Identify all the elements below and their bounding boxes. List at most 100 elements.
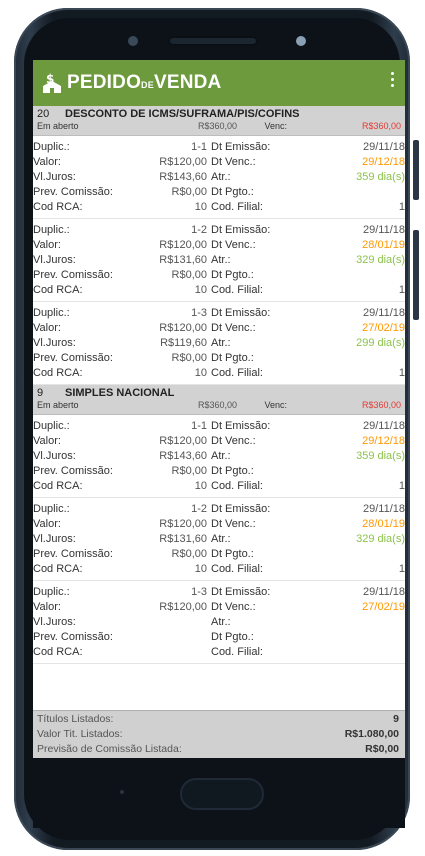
item-row: Vl.Juros: R$119,60 Atr.: 299 dia(s) (33, 335, 405, 350)
atr-value: 329 dia(s) (356, 532, 405, 545)
venc-label: Dt Venc.: (211, 238, 256, 251)
juros-label: Vl.Juros: (33, 532, 76, 545)
phone-bottom-bezel (33, 758, 405, 828)
item-row: Vl.Juros: R$143,60 Atr.: 359 dia(s) (33, 169, 405, 184)
pgto-label: Dt Pgto.: (211, 630, 254, 643)
valor-label: Valor: (33, 517, 61, 530)
juros-value: R$143,60 (159, 449, 207, 462)
rca-value: 10 (194, 200, 207, 213)
emissao-label: Dt Emissão: (211, 140, 271, 153)
group-status: Em aberto (37, 121, 79, 131)
item-row: Prev. Comissão: R$0,00 Dt Pgto.: (33, 463, 405, 478)
duplic-value: 1-3 (191, 306, 207, 319)
duplic-label: Duplic.: (33, 585, 70, 598)
group-venc-label: Venc: (264, 400, 287, 410)
list-item[interactable]: Duplic.: 1-1 Dt Emissão: 29/11/18 Valor: R$12… (33, 136, 405, 219)
venc-value: 29/12/18 (362, 155, 405, 168)
atr-label: Atr.: (211, 449, 231, 462)
titulos-label: Títulos Listados: (37, 713, 114, 725)
sensor-icon (296, 36, 306, 46)
juros-label: Vl.Juros: (33, 449, 76, 462)
valor-label: Valor: (33, 434, 61, 447)
group-header-bottom: Em aberto R$360,00 Venc: R$360,00 (37, 121, 401, 131)
item-row: Valor: R$120,00 Dt Venc.: 28/01/19 (33, 516, 405, 531)
duplic-value: 1-3 (191, 585, 207, 598)
valor-value: R$120,00 (159, 517, 207, 530)
bezel-dot (120, 790, 124, 794)
juros-label: Vl.Juros: (33, 615, 76, 628)
venc-label: Dt Venc.: (211, 600, 256, 613)
comissao-value: R$0,00 (171, 547, 207, 560)
app-title: PEDIDODEVENDA (67, 72, 222, 93)
comissao-label: Prev. Comissão: (33, 547, 113, 560)
comissao-value: R$0,00 (171, 464, 207, 477)
list-item[interactable]: Duplic.: 1-2 Dt Emissão: 29/11/18 Valor: R$12… (33, 498, 405, 581)
fingerprint-home-button[interactable] (180, 778, 264, 810)
emissao-label: Dt Emissão: (211, 419, 271, 432)
pgto-label: Dt Pgto.: (211, 464, 254, 477)
emissao-value: 29/11/18 (362, 419, 405, 432)
item-row: Duplic.: 1-1 Dt Emissão: 29/11/18 (33, 418, 405, 433)
item-row: Cod RCA: 10 Cod. Filial: 1 (33, 365, 405, 380)
item-row: Vl.Juros: R$131,60 Atr.: 329 dia(s) (33, 252, 405, 267)
pgto-label: Dt Pgto.: (211, 185, 254, 198)
item-row: Duplic.: 1-2 Dt Emissão: 29/11/18 (33, 222, 405, 237)
duplic-value: 1-1 (191, 419, 207, 432)
filial-label: Cod. Filial: (211, 562, 263, 575)
comissao-label: Prev. Comissão: (33, 630, 113, 643)
titles-list[interactable]: 20 DESCONTO DE ICMS/SUFRAMA/PIS/COFINS Em … (33, 106, 405, 710)
list-item[interactable]: Duplic.: 1-3 Dt Emissão: 29/11/18 Valor: R$12… (33, 581, 405, 664)
rca-value: 10 (194, 366, 207, 379)
valor-label: Valor: (33, 321, 61, 334)
venc-value: 28/01/19 (362, 238, 405, 251)
item-row: Duplic.: 1-3 Dt Emissão: 29/11/18 (33, 584, 405, 599)
comissao-value: R$0,00 (171, 185, 207, 198)
list-item[interactable]: Duplic.: 1-3 Dt Emissão: 29/11/18 Valor: R$12… (33, 302, 405, 385)
rca-label: Cod RCA: (33, 283, 83, 296)
titulos-value: 9 (393, 713, 399, 725)
pgto-label: Dt Pgto.: (211, 268, 254, 281)
group-name: DESCONTO DE ICMS/SUFRAMA/PIS/COFINS (65, 108, 300, 120)
rca-value: 10 (194, 479, 207, 492)
venc-label: Dt Venc.: (211, 321, 256, 334)
juros-value: R$119,60 (160, 336, 207, 349)
rca-label: Cod RCA: (33, 645, 83, 658)
group-value: R$360,00 (197, 121, 237, 131)
rca-label: Cod RCA: (33, 479, 83, 492)
app-screen: $ PEDIDODEVENDA 20 DESCONTO DE ICMS/SUFRA… (33, 60, 405, 758)
comissao-label: Prev. Comissão: (33, 268, 113, 281)
juros-label: Vl.Juros: (33, 253, 76, 266)
emissao-label: Dt Emissão: (211, 585, 271, 598)
venc-label: Dt Venc.: (211, 517, 256, 530)
list-item[interactable]: Duplic.: 1-2 Dt Emissão: 29/11/18 Valor: R$12… (33, 219, 405, 302)
valor-listados-label: Valor Tit. Listados: (37, 728, 123, 740)
item-row: Cod RCA: Cod. Filial: (33, 644, 405, 659)
more-vertical-icon[interactable] (391, 72, 395, 87)
group-number: 20 (37, 108, 50, 120)
group-venc-value: R$360,00 (361, 121, 401, 131)
summary-footer: Títulos Listados: 9 Valor Tit. Listados: R… (33, 710, 405, 758)
atr-value: 329 dia(s) (356, 253, 405, 266)
valor-value: R$120,00 (159, 434, 207, 447)
item-row: Prev. Comissão: Dt Pgto.: (33, 629, 405, 644)
item-row: Vl.Juros: R$143,60 Atr.: 359 dia(s) (33, 448, 405, 463)
atr-value: 359 dia(s) (356, 170, 405, 183)
previsao-comissao-label: Previsão de Comissão Listada: (37, 743, 182, 755)
item-row: Valor: R$120,00 Dt Venc.: 28/01/19 (33, 237, 405, 252)
group-header[interactable]: 20 DESCONTO DE ICMS/SUFRAMA/PIS/COFINS Em … (33, 106, 405, 136)
item-row: Vl.Juros: Atr.: (33, 614, 405, 629)
list-item[interactable]: Duplic.: 1-1 Dt Emissão: 29/11/18 Valor: R$12… (33, 415, 405, 498)
valor-label: Valor: (33, 238, 61, 251)
comissao-label: Prev. Comissão: (33, 351, 113, 364)
item-row: Duplic.: 1-3 Dt Emissão: 29/11/18 (33, 305, 405, 320)
group-venc-label: Venc: (264, 121, 287, 131)
group-header-top: 9 SIMPLES NACIONAL (37, 387, 401, 399)
group-header[interactable]: 9 SIMPLES NACIONAL Em aberto R$360,00 Venc: R… (33, 385, 405, 415)
juros-value: R$131,60 (159, 253, 207, 266)
filial-value: 1 (398, 366, 405, 379)
filial-label: Cod. Filial: (211, 645, 263, 658)
valor-value: R$120,00 (159, 600, 207, 613)
juros-value: R$131,60 (159, 532, 207, 545)
group-status: Em aberto (37, 400, 79, 410)
item-row: Valor: R$120,00 Dt Venc.: 27/02/19 (33, 599, 405, 614)
